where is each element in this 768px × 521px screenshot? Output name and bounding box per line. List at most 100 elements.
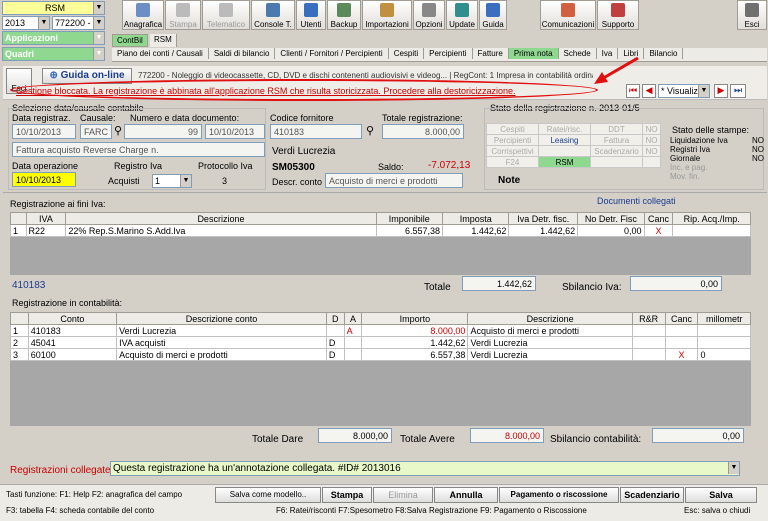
- stato-cell: [538, 145, 591, 157]
- table-cell: [343, 348, 363, 361]
- codice-fornitore-label: Codice fornitore: [270, 113, 334, 123]
- keys-line-4: Esc: salva o chiudi: [684, 506, 751, 515]
- warning-highlight-ellipse: [10, 79, 598, 101]
- stato-cell: Cespiti: [486, 123, 539, 135]
- stampa-value: NO: [752, 145, 764, 154]
- stato-cell: NO: [642, 145, 661, 157]
- last-record-icon[interactable]: ⏭: [730, 84, 746, 98]
- totale-field[interactable]: 8.000,00: [382, 124, 464, 139]
- table-cell: 1: [10, 324, 29, 337]
- code-select[interactable]: 772200 - ▼: [52, 16, 105, 30]
- stato-cell: Leasing: [538, 134, 591, 146]
- subtab-2[interactable]: Clienti / Fornitori / Percipienti: [275, 48, 389, 59]
- documenti-collegati-link[interactable]: Documenti collegati: [597, 196, 676, 206]
- telematico-button[interactable]: Telematico: [202, 0, 250, 30]
- table-cell[interactable]: X: [643, 224, 674, 237]
- cont-header-cell: Descrizione: [467, 312, 633, 325]
- pagamento-button[interactable]: Pagamento o riscossione: [499, 487, 619, 503]
- stampa-button[interactable]: Stampa: [322, 487, 372, 503]
- comunicazioni-button[interactable]: Comunicazioni: [540, 0, 596, 30]
- utenti-button[interactable]: Utenti: [296, 0, 326, 30]
- subtab-4[interactable]: Percipienti: [424, 48, 473, 59]
- tab-contbil[interactable]: ContBil: [112, 34, 148, 47]
- table-cell: [697, 336, 751, 349]
- subtab-bar: Piano dei conti / Causali Saldi di bilanc…: [112, 48, 767, 62]
- search-icon[interactable]: ⚲: [114, 124, 122, 137]
- subtab-3[interactable]: Cespiti: [389, 48, 425, 59]
- supporto-button[interactable]: Supporto: [597, 0, 639, 30]
- scadenziario-button[interactable]: Scadenziario: [620, 487, 684, 503]
- next-record-icon[interactable]: ▶: [714, 84, 728, 98]
- table-cell[interactable]: [664, 336, 699, 349]
- dare-label: Totale Dare: [252, 434, 304, 445]
- cont-header-cell: Descrizione conto: [116, 312, 327, 325]
- esci-top-button[interactable]: Esci: [737, 0, 767, 30]
- table-cell: [631, 348, 666, 361]
- sbil-iva-label: Sbilancio Iva:: [562, 282, 622, 293]
- salva-button[interactable]: Salva: [685, 487, 757, 503]
- table-cell: Verdi Lucrezia: [467, 336, 633, 349]
- collegate-select[interactable]: Questa registrazione ha un'annotazione c…: [110, 461, 740, 476]
- visualizza-select[interactable]: * Visualiz ▼: [658, 84, 710, 98]
- stato-cell: NO: [642, 134, 661, 146]
- table-row[interactable]: 2 45041 IVA acquisti D 1.442,62 Verdi Lucrezi…: [10, 336, 751, 349]
- stampa-status: Registri Iva NO: [670, 145, 764, 154]
- stato-cell: RSM: [538, 156, 591, 168]
- codice-fornitore-field[interactable]: 410183: [270, 124, 362, 139]
- descr-conto-field[interactable]: Acquisto di merci e prodotti: [325, 173, 463, 188]
- cont-table: Conto Descrizione conto D A Importo Descrizio…: [10, 312, 751, 361]
- cont-header-cell: A: [343, 312, 363, 325]
- prev-record-icon[interactable]: ◀: [642, 84, 656, 98]
- stampa-status: Giornale NO: [670, 154, 764, 163]
- table-row[interactable]: 1 R22 22% Rep.S.Marino S.Add.Iva 6.557,38 1.…: [10, 224, 751, 237]
- applicazioni-select[interactable]: Applicazioni ▼: [2, 31, 105, 45]
- iva-header-cell: Descrizione: [65, 212, 377, 225]
- causale-label: Causale:: [80, 113, 116, 123]
- elimina-button[interactable]: Elimina: [373, 487, 433, 503]
- guida-button[interactable]: Guida: [479, 0, 507, 30]
- subtab-10[interactable]: Bilancio: [644, 48, 684, 59]
- table-cell: IVA acquisti: [116, 336, 327, 349]
- totale-label: Totale registrazione:: [382, 113, 463, 123]
- year-select[interactable]: 2013 ▼: [2, 16, 50, 30]
- tab-rsm[interactable]: RSM: [150, 34, 177, 47]
- data-op-field[interactable]: 10/10/2013: [12, 172, 76, 187]
- company-select[interactable]: RSM ▼: [2, 1, 105, 15]
- subtab-5[interactable]: Fatture: [473, 48, 509, 59]
- table-cell[interactable]: X: [664, 348, 699, 361]
- subtab-7[interactable]: Schede: [559, 48, 597, 59]
- descrizione-field[interactable]: Fattura acquisto Reverse Charge n.: [12, 142, 265, 157]
- data-reg-field[interactable]: 10/10/2013: [12, 124, 76, 139]
- table-cell[interactable]: [664, 324, 699, 337]
- opzioni-button[interactable]: Opzioni: [413, 0, 445, 30]
- table-row[interactable]: 1 410183 Verdi Lucrezia A 8.000,00 Acquisto d…: [10, 324, 751, 337]
- salva-modello-button[interactable]: Salva come modello..: [215, 487, 321, 503]
- table-cell: [325, 324, 345, 337]
- iva-header-row: IVA Descrizione Imponibile Imposta Iva Detr.…: [10, 212, 751, 225]
- quadri-select[interactable]: Quadri ▼: [2, 47, 105, 61]
- reg-iva-value: Acquisti: [108, 176, 140, 186]
- backup-button[interactable]: Backup: [327, 0, 361, 30]
- iva-totale-field: 1.442,62: [462, 276, 536, 291]
- console-button[interactable]: Console T.: [251, 0, 295, 30]
- subtab-6[interactable]: Prima nota: [508, 48, 559, 59]
- update-button[interactable]: Update: [446, 0, 478, 30]
- first-record-icon[interactable]: ⏮: [626, 84, 640, 98]
- importazioni-button[interactable]: Importazioni: [362, 0, 412, 30]
- stampa-value: NO: [752, 154, 764, 163]
- table-cell: [631, 324, 666, 337]
- subtab-1[interactable]: Saldi di bilancio: [209, 48, 276, 59]
- subtab-0[interactable]: Piano dei conti / Causali: [112, 48, 209, 59]
- data-doc-field[interactable]: 10/10/2013: [205, 124, 265, 139]
- anagrafica-button[interactable]: Anagrafica: [122, 0, 164, 30]
- reg-iva-select[interactable]: 1 ▼: [152, 174, 192, 188]
- stampa-tool-button[interactable]: Stampa: [165, 0, 201, 30]
- causale-field[interactable]: FARC: [80, 124, 112, 139]
- gear-icon: [422, 3, 436, 17]
- annulla-button[interactable]: Annulla: [434, 487, 498, 503]
- table-row[interactable]: 3 60100 Acquisto di merci e prodotti D 6.557…: [10, 348, 751, 361]
- stato-cell: Fattura: [590, 134, 643, 146]
- iva-header-cell: Imponibile: [375, 212, 444, 225]
- search-icon[interactable]: ⚲: [366, 124, 374, 137]
- num-doc-field[interactable]: 99: [124, 124, 202, 139]
